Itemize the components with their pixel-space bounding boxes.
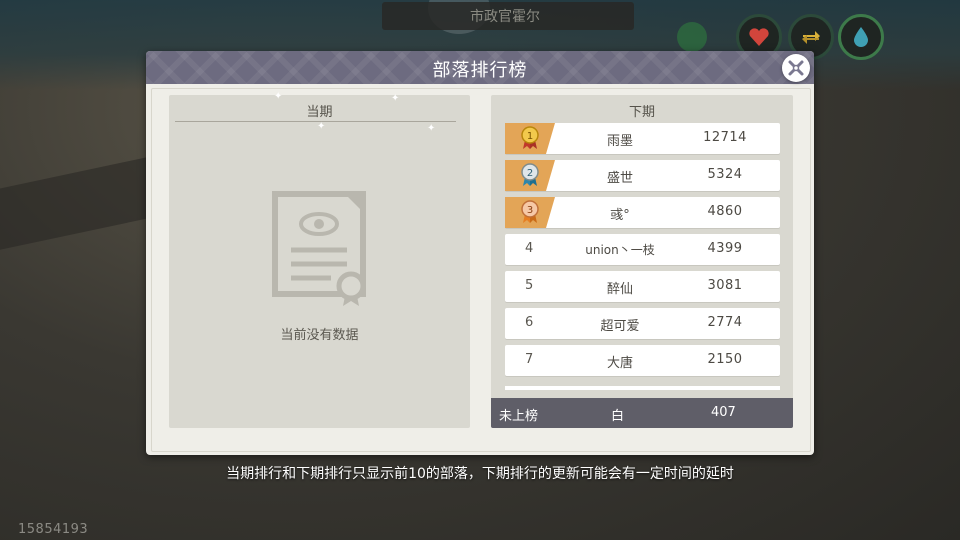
- tribe-name: union丶一枝: [585, 243, 655, 257]
- hud-status-icon: [677, 22, 707, 52]
- svg-text:2: 2: [527, 168, 533, 179]
- silver-medal-icon: 2: [521, 163, 539, 186]
- ranking-row: 4 union丶一枝 4399: [505, 234, 780, 265]
- unranked-label: 未上榜: [499, 409, 539, 424]
- ranking-notice: 当期排行和下期排行只显示前10的部落，下期排行的更新可能会有一定时间的延时: [226, 466, 734, 482]
- sparkle-icon: ✦: [274, 91, 283, 102]
- tribe-name: 超可爱: [600, 319, 640, 334]
- sparkle-icon: ✦: [391, 93, 400, 104]
- tribe-score: 3081: [707, 278, 743, 293]
- tribe-score: 2774: [707, 315, 743, 330]
- user-id: 15854193: [18, 522, 89, 537]
- sparkle-icon: ✦: [317, 121, 326, 132]
- ranking-row: 2 盛世 5324: [505, 160, 780, 191]
- ranking-row: 7 大唐 2150: [505, 345, 780, 376]
- gold-medal-icon: 1: [521, 126, 539, 149]
- tribe-score: 4860: [707, 204, 743, 219]
- current-period-title: 当期: [306, 105, 333, 120]
- close-button[interactable]: [782, 54, 810, 82]
- tribe-score: 5324: [707, 167, 743, 182]
- next-period-title: 下期: [628, 105, 655, 120]
- rank-number: 5: [525, 278, 534, 293]
- current-period-panel: 当期 ✦ ✦ ✦ ✦ 当前没有数据: [169, 91, 470, 428]
- tribe-name: 彧°: [610, 208, 630, 223]
- tribe-name: 雨墨: [606, 134, 633, 149]
- dialog-header: 部落排行榜: [146, 51, 814, 84]
- divider: [175, 121, 456, 122]
- ranking-row: 1 雨墨 12714: [505, 123, 780, 154]
- my-tribe-name: 白: [611, 409, 625, 424]
- rank-number: 4: [525, 241, 534, 256]
- dialog-title: 部落排行榜: [432, 60, 528, 81]
- ranking-row: 5 醉仙 3081: [505, 271, 780, 302]
- empty-state-text: 当前没有数据: [280, 328, 359, 343]
- rank-number: 7: [525, 352, 534, 367]
- tribe-name: 醉仙: [606, 282, 633, 297]
- tribe-name: 盛世: [606, 171, 633, 186]
- my-tribe-score: 407: [711, 405, 736, 420]
- svg-text:1: 1: [527, 131, 533, 142]
- ranking-list-scroll-edge[interactable]: [505, 386, 780, 390]
- bronze-medal-icon: 3: [521, 200, 539, 223]
- my-tribe-rank-bar: 未上榜 白 407: [491, 398, 793, 428]
- empty-scroll-icon: [272, 191, 366, 306]
- rank-number: 6: [525, 315, 534, 330]
- tribe-score: 4399: [707, 241, 743, 256]
- tribe-score: 12714: [703, 130, 747, 145]
- sparkle-icon: ✦: [427, 123, 436, 134]
- svg-text:3: 3: [527, 205, 533, 216]
- next-period-panel: 下期 1 雨墨 12714 2 盛世 5324 3 彧° 4860 4 unio…: [491, 95, 793, 428]
- npc-name: 市政官霍尔: [470, 9, 540, 25]
- tribe-ranking-dialog: 部落排行榜 当期 ✦ ✦ ✦ ✦ 当前没有数据 下期 1 雨墨 12714 2 …: [146, 51, 814, 455]
- tribe-name: 大唐: [606, 356, 633, 371]
- tribe-score: 2150: [707, 352, 743, 367]
- ranking-row: 3 彧° 4860: [505, 197, 780, 228]
- npc-nameplate: 市政官霍尔: [382, 2, 634, 30]
- close-icon: [788, 60, 804, 76]
- water-drop-icon[interactable]: [838, 14, 884, 60]
- ranking-row: 6 超可爱 2774: [505, 308, 780, 339]
